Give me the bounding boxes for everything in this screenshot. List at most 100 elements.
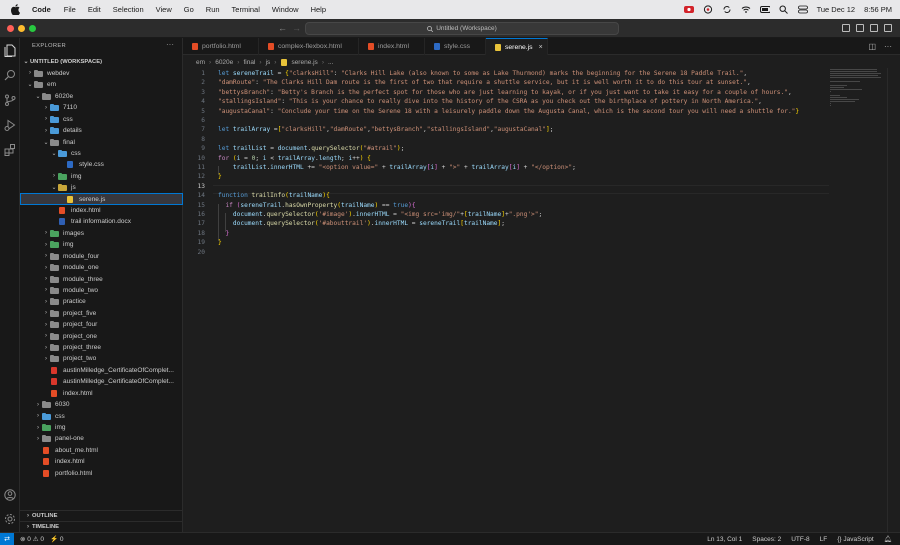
- timeline-section[interactable]: › TIMELINE: [20, 521, 183, 532]
- toggle-secondary-sidebar-icon[interactable]: [870, 24, 878, 32]
- tab-complex-flexbox-html[interactable]: complex-flexbox.html: [259, 38, 359, 55]
- tree-item[interactable]: › practice: [20, 296, 183, 307]
- breadcrumb-item-6020e[interactable]: 6020e: [215, 59, 233, 66]
- breadcrumb-item-serene-js[interactable]: serene.js: [291, 59, 317, 66]
- file-encoding[interactable]: UTF-8: [791, 536, 809, 543]
- problems-indicator[interactable]: ⊗ 0 ⚠ 0: [20, 535, 44, 543]
- toggle-primary-sidebar-icon[interactable]: [842, 24, 850, 32]
- tree-item[interactable]: › 7110: [20, 102, 183, 113]
- tree-item[interactable]: ⌄ css: [20, 148, 183, 159]
- tab-serene-js[interactable]: serene.js ×: [486, 38, 548, 55]
- menu-view[interactable]: View: [156, 5, 172, 14]
- minimize-window-button[interactable]: [18, 25, 25, 32]
- close-window-button[interactable]: [7, 25, 14, 32]
- breadcrumb-item-more[interactable]: ...: [328, 59, 333, 66]
- tree-item[interactable]: portfolio.html: [20, 468, 183, 479]
- menu-run[interactable]: Run: [206, 5, 220, 14]
- workspace-header[interactable]: ⌄ UNTITLED (WORKSPACE): [22, 56, 102, 67]
- tree-item[interactable]: › images: [20, 228, 183, 239]
- outline-section[interactable]: › OUTLINE: [20, 510, 183, 521]
- tree-item[interactable]: › project_three: [20, 342, 183, 353]
- minimap[interactable]: [829, 68, 887, 532]
- close-tab-icon[interactable]: ×: [539, 44, 543, 51]
- tree-item[interactable]: › 6030: [20, 399, 183, 410]
- tree-item[interactable]: › project_two: [20, 353, 183, 364]
- apple-icon[interactable]: [9, 4, 21, 16]
- language-mode[interactable]: {} JavaScript: [837, 536, 874, 543]
- tree-item[interactable]: index.html: [20, 205, 183, 216]
- tree-item[interactable]: ⌄ final: [20, 136, 183, 147]
- wifi-icon[interactable]: [741, 5, 751, 15]
- tree-item[interactable]: austinMilledge_CertificateOfComplet...: [20, 365, 183, 376]
- extensions-icon[interactable]: [3, 143, 17, 157]
- tree-item[interactable]: › module_two: [20, 285, 183, 296]
- clock-date[interactable]: Tue Dec 12: [817, 5, 856, 14]
- tree-item[interactable]: › img: [20, 171, 183, 182]
- tab-index-html[interactable]: index.html: [359, 38, 425, 55]
- tree-item[interactable]: index.html: [20, 388, 183, 399]
- breadcrumb-item-final[interactable]: final: [243, 59, 255, 66]
- tree-item[interactable]: style.css: [20, 159, 183, 170]
- search-icon[interactable]: [3, 68, 17, 82]
- sync-icon[interactable]: [722, 5, 732, 15]
- tab-style-css[interactable]: style.css: [425, 38, 486, 55]
- menu-help[interactable]: Help: [311, 5, 326, 14]
- tree-item[interactable]: › css: [20, 410, 183, 421]
- cursor-position[interactable]: Ln 13, Col 1: [707, 536, 742, 543]
- tree-item[interactable]: › panel-one: [20, 433, 183, 444]
- split-editor-icon[interactable]: ◫: [868, 42, 876, 51]
- tree-item[interactable]: index.html: [20, 456, 183, 467]
- ports-indicator[interactable]: ⚡ 0: [50, 535, 64, 543]
- code-editor[interactable]: 1 let sereneTrail = {"clarksHill": "Clark…: [183, 68, 829, 532]
- menu-terminal[interactable]: Terminal: [232, 5, 260, 14]
- navigate-forward-icon[interactable]: →: [292, 23, 301, 33]
- toggle-panel-icon[interactable]: [856, 24, 864, 32]
- control-center-icon[interactable]: [797, 5, 808, 15]
- tree-item[interactable]: serene.js: [20, 193, 183, 205]
- tree-item[interactable]: about_me.html: [20, 445, 183, 456]
- breadcrumb-item-em[interactable]: em: [196, 59, 205, 66]
- explorer-icon[interactable]: [3, 43, 17, 57]
- menu-edit[interactable]: Edit: [88, 5, 101, 14]
- status-app-icon[interactable]: [683, 5, 694, 15]
- tree-item[interactable]: › details: [20, 125, 183, 136]
- tree-item[interactable]: ⌄ em: [20, 79, 183, 90]
- tree-item[interactable]: ⌄ 6020e: [20, 91, 183, 102]
- tree-item[interactable]: › module_one: [20, 262, 183, 273]
- clock-time[interactable]: 8:56 PM: [864, 5, 892, 14]
- accounts-icon[interactable]: [3, 488, 17, 502]
- tree-item[interactable]: › module_four: [20, 251, 183, 262]
- remote-indicator-icon[interactable]: ⇄: [0, 533, 14, 545]
- battery-icon[interactable]: [759, 5, 770, 15]
- tree-item[interactable]: trail information.docx: [20, 216, 183, 227]
- navigate-back-icon[interactable]: ←: [278, 23, 287, 33]
- tree-item[interactable]: › img: [20, 422, 183, 433]
- tree-item[interactable]: › project_four: [20, 319, 183, 330]
- zoom-window-button[interactable]: [29, 25, 36, 32]
- menu-window[interactable]: Window: [272, 5, 299, 14]
- tree-item[interactable]: › module_three: [20, 273, 183, 284]
- menu-go[interactable]: Go: [184, 5, 194, 14]
- end-of-line[interactable]: LF: [820, 536, 828, 543]
- notifications-bell-icon[interactable]: 🔔︎: [884, 535, 892, 543]
- tree-item[interactable]: › css: [20, 113, 183, 124]
- command-center-search[interactable]: Untitled (Workspace): [305, 22, 619, 35]
- manage-gear-icon[interactable]: [3, 512, 17, 526]
- spotlight-search-icon[interactable]: [779, 5, 789, 15]
- customize-layout-icon[interactable]: [884, 24, 892, 32]
- tree-item[interactable]: › webdev: [20, 68, 183, 79]
- vpn-icon[interactable]: [703, 5, 713, 15]
- source-control-icon[interactable]: [3, 93, 17, 107]
- tab-portfolio-html[interactable]: portfolio.html: [183, 38, 259, 55]
- tree-item[interactable]: ⌄ js: [20, 182, 183, 193]
- editor-more-actions-icon[interactable]: ···: [884, 42, 892, 51]
- tree-item[interactable]: › img: [20, 239, 183, 250]
- breadcrumb-item-js[interactable]: js: [266, 59, 271, 66]
- vertical-scrollbar[interactable]: [887, 68, 900, 532]
- menu-file[interactable]: File: [64, 5, 76, 14]
- more-actions-icon[interactable]: ···: [166, 40, 174, 49]
- tree-item[interactable]: austinMilledge_CertificateOfComplet...: [20, 376, 183, 387]
- run-and-debug-icon[interactable]: [3, 118, 17, 132]
- menu-app-name[interactable]: Code: [32, 5, 51, 14]
- tree-item[interactable]: › project_one: [20, 330, 183, 341]
